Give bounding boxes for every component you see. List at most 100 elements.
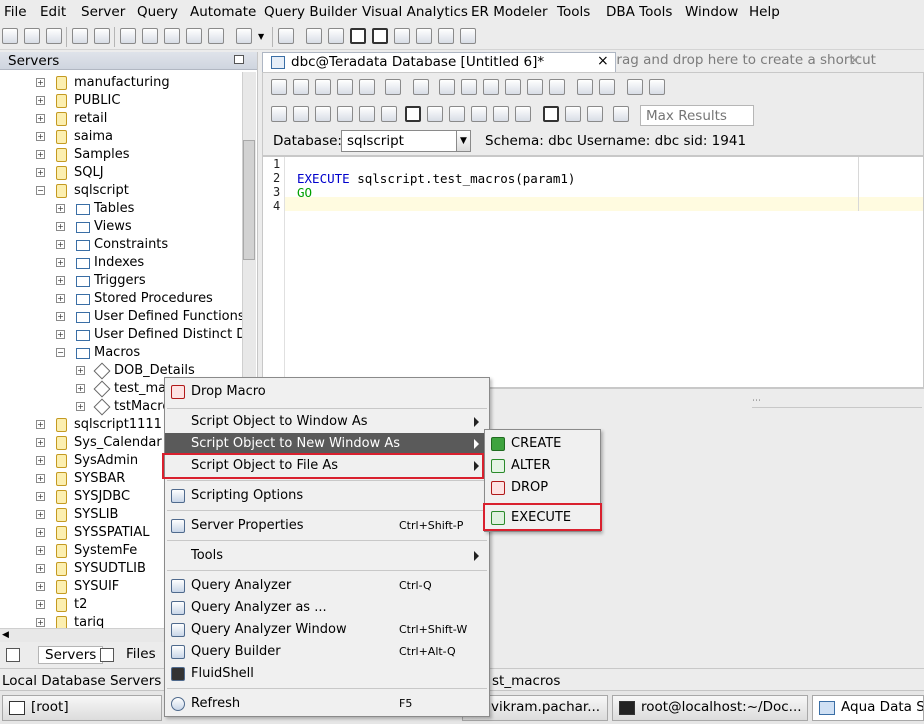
database-select[interactable]: sqlscript ▼ [341,130,471,152]
menu-item-script-to-new-window[interactable]: Script Object to New Window As [165,433,489,455]
disconnect-icon[interactable] [46,28,62,44]
explain-icon[interactable] [405,106,421,122]
undo-icon[interactable] [527,79,543,95]
copy-icon[interactable] [278,28,294,44]
tree-item-constraints[interactable]: + Constraints [0,236,242,254]
run-icon[interactable] [293,106,309,122]
chart-icon[interactable] [460,28,476,44]
menu-file[interactable]: File [4,4,27,20]
query-analyzer-icon[interactable] [142,28,158,44]
report-icon[interactable] [438,28,454,44]
menu-item-script-to-window[interactable]: Script Object to Window As [165,411,489,433]
expand-icon[interactable]: + [56,276,65,285]
close-icon[interactable]: × [848,50,861,69]
stop-icon[interactable] [381,106,397,122]
menu-server[interactable]: Server [81,4,125,20]
task-aqua-data-studio[interactable]: Aqua Data S [812,695,924,721]
tab-servers[interactable]: Servers [38,646,104,664]
menu-item-query-analyzer[interactable]: Query Analyzer Ctrl-Q [165,575,489,597]
expand-icon[interactable]: + [36,600,45,609]
collapse-icon[interactable]: − [56,348,65,357]
splitter-handle[interactable]: ⋯ [752,396,922,415]
tree-item-sqlscript[interactable]: − sqlscript [0,182,242,200]
menu-query-builder[interactable]: Query Builder [264,4,357,20]
expand-icon[interactable]: + [56,204,65,213]
expand-icon[interactable]: + [36,564,45,573]
submenu-item-drop[interactable]: DROP [485,477,600,499]
tree-item-user-defined-functions[interactable]: + User Defined Functions [0,308,242,326]
run-selection-icon[interactable] [315,106,331,122]
menu-item-refresh[interactable]: Refresh F5 [165,693,489,715]
chevron-down-icon[interactable]: ▼ [456,131,470,151]
tree-item-retail[interactable]: + retail [0,110,242,128]
tab-files[interactable]: Files [120,646,162,664]
expand-icon[interactable]: + [76,366,85,375]
tree-item-triggers[interactable]: + Triggers [0,272,242,290]
expand-icon[interactable]: + [36,456,45,465]
save-as-icon[interactable] [337,79,353,95]
task-root[interactable]: [root] [2,695,162,721]
expand-icon[interactable]: + [36,420,45,429]
wand-icon[interactable] [72,28,88,44]
expand-icon[interactable]: + [36,132,45,141]
close-tab-icon[interactable]: × [597,53,609,69]
submenu-item-create[interactable]: CREATE [485,433,600,455]
debug-icon[interactable] [515,106,531,122]
expand-icon[interactable]: + [56,258,65,267]
copy-icon[interactable] [483,79,499,95]
commit-icon[interactable] [427,106,443,122]
find-replace-icon[interactable] [599,79,615,95]
document-icon[interactable] [236,28,252,44]
redo-icon[interactable] [549,79,565,95]
expand-icon[interactable]: + [76,402,85,411]
expand-icon[interactable]: + [56,294,65,303]
tree-icon[interactable] [394,28,410,44]
tree-item-public[interactable]: + PUBLIC [0,92,242,110]
expand-icon[interactable]: + [56,240,65,249]
results-options-icon[interactable] [613,106,629,122]
query-compare-icon[interactable] [186,28,202,44]
window-layout-icon[interactable] [350,28,366,44]
expand-icon[interactable]: + [76,384,85,393]
max-results-field[interactable] [640,105,754,126]
paste-icon[interactable] [505,79,521,95]
rollback-icon[interactable] [449,106,465,122]
tree-item-saima[interactable]: + saima [0,128,242,146]
expand-icon[interactable]: + [36,438,45,447]
expand-icon[interactable]: + [56,312,65,321]
tree-item-manufacturing[interactable]: + manufacturing [0,74,242,92]
submenu-item-alter[interactable]: ALTER [485,455,600,477]
sql-editor[interactable]: 1 2 3 4 EXECUTE sqlscript.test_macros(pa… [262,156,924,389]
expand-icon[interactable]: + [36,78,45,87]
run-current-icon[interactable] [359,106,375,122]
select-icon[interactable] [439,79,455,95]
page-icon[interactable] [413,79,429,95]
font-increase-icon[interactable] [649,79,665,95]
auto-commit-icon[interactable] [471,106,487,122]
expand-icon[interactable]: + [36,582,45,591]
cut-icon[interactable] [461,79,477,95]
query-export-icon[interactable] [208,28,224,44]
tree-item-macros[interactable]: − Macros [0,344,242,362]
wand-settings-icon[interactable] [94,28,110,44]
font-decrease-icon[interactable] [627,79,643,95]
menu-window[interactable]: Window [685,4,738,20]
expand-icon[interactable]: + [36,492,45,501]
expand-icon[interactable]: + [36,618,45,627]
tree-item-indexes[interactable]: + Indexes [0,254,242,272]
grid-results-icon[interactable] [565,106,581,122]
expand-icon[interactable]: + [36,546,45,555]
execute-icon[interactable] [271,106,287,122]
scroll-left-icon[interactable]: ◀ [2,630,9,640]
tree-item-user-defined-distinct-da[interactable]: + User Defined Distinct Da [0,326,242,344]
menu-help[interactable]: Help [749,4,780,20]
split-results-icon[interactable] [587,106,603,122]
collapse-icon[interactable]: − [36,186,45,195]
expand-icon[interactable]: + [56,222,65,231]
max-results-input[interactable] [641,106,751,125]
query-search-icon[interactable] [164,28,180,44]
query-window-icon[interactable] [120,28,136,44]
expand-icon[interactable]: + [36,528,45,537]
expand-icon[interactable]: + [36,114,45,123]
text-results-icon[interactable] [543,106,559,122]
